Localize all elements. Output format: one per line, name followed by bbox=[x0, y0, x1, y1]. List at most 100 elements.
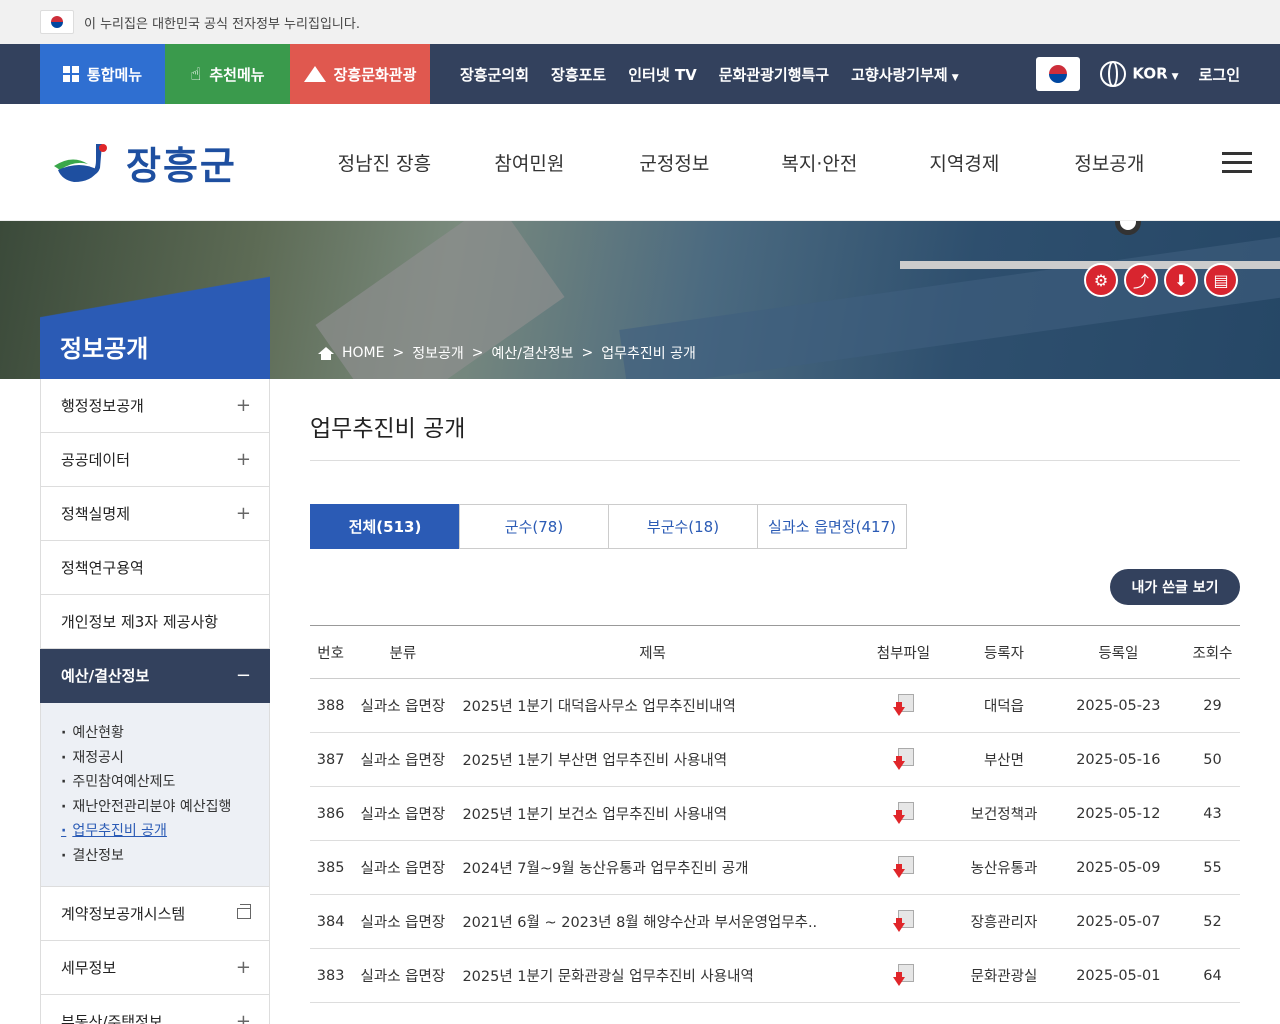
category-tabs: 전체(513) 군수(78) 부군수(18) 실과소 읍면장(417) bbox=[310, 504, 1240, 549]
plus-icon: + bbox=[235, 503, 251, 524]
settings-icon[interactable]: ⚙ bbox=[1084, 263, 1118, 297]
attachment-download-icon[interactable] bbox=[892, 855, 915, 878]
site-logo[interactable]: 장흥군 bbox=[52, 135, 237, 190]
my-posts-button[interactable]: 내가 쓴글 보기 bbox=[1110, 569, 1240, 605]
table-header-row: 번호 분류 제목 첨부파일 등록자 등록일 조회수 bbox=[310, 625, 1240, 679]
all-menu-button[interactable]: 통합메뉴 bbox=[40, 44, 165, 104]
sidebar-item-real-estate[interactable]: 부동산/주택정보 + bbox=[40, 995, 270, 1024]
table-row[interactable]: 387 실과소 읍면장 2025년 1분기 부산면 업무추진비 사용내역 부산면… bbox=[310, 732, 1240, 787]
nav-item-info-disclosure[interactable]: 정보공개 bbox=[1037, 149, 1182, 176]
sidebar-item-budget[interactable]: 예산/결산정보 − bbox=[40, 649, 270, 703]
table-row[interactable]: 383 실과소 읍면장 2025년 1분기 문화관광실 업무추진비 사용내역 문… bbox=[310, 948, 1240, 1003]
tab-all[interactable]: 전체(513) bbox=[310, 504, 460, 549]
row-title-link[interactable]: 2021년 6월 ~ 2023년 8월 해양수산과 부서운영업무추.. bbox=[454, 894, 851, 949]
row-title-link[interactable]: 2025년 1분기 대덕읍사무소 업무추진비내역 bbox=[454, 678, 851, 733]
col-header-attachment: 첨부파일 bbox=[850, 625, 957, 679]
util-link-council[interactable]: 장흥군의회 bbox=[460, 64, 529, 85]
table-row[interactable]: 386 실과소 읍면장 2025년 1분기 보건소 업무추진비 사용내역 보건정… bbox=[310, 786, 1240, 841]
hamburger-menu-icon[interactable] bbox=[1221, 146, 1252, 179]
breadcrumb-home[interactable]: HOME bbox=[342, 345, 384, 361]
submenu-item-resident-budget[interactable]: 주민참여예산제도 bbox=[61, 770, 249, 795]
sidebar-item-policy-research[interactable]: 정책연구용역 bbox=[40, 541, 270, 595]
col-header-no: 번호 bbox=[310, 625, 352, 679]
culture-tourism-button[interactable]: 장흥문화관광 bbox=[290, 44, 430, 104]
nav-item-welfare-safety[interactable]: 복지·안전 bbox=[747, 149, 892, 176]
breadcrumb-current: 업무추진비 공개 bbox=[601, 346, 696, 362]
submenu-item-finance-notice[interactable]: 재정공시 bbox=[61, 746, 249, 771]
tab-department-heads[interactable]: 실과소 읍면장(417) bbox=[757, 504, 907, 549]
sidebar-submenu: 예산현황 재정공시 주민참여예산제도 재난안전관리분야 예산집행 업무추진비 공… bbox=[40, 703, 270, 887]
globe-icon bbox=[1100, 61, 1127, 87]
nav-item-county-info[interactable]: 군정정보 bbox=[602, 149, 747, 176]
col-header-date: 등록일 bbox=[1051, 625, 1185, 679]
sub-visual: 정보공개 HOME > 정보공개 > 예산/결산정보 > 업무추진비 공개 ⚙ … bbox=[0, 221, 1280, 379]
sidebar-item-contract-system[interactable]: 계약정보공개시스템 bbox=[40, 887, 270, 941]
col-header-views: 조회수 bbox=[1184, 625, 1240, 679]
new-window-icon bbox=[237, 904, 251, 919]
nav-item-local-economy[interactable]: 지역경제 bbox=[892, 149, 1037, 176]
breadcrumb-info[interactable]: 정보공개 bbox=[412, 343, 464, 363]
attachment-download-icon[interactable] bbox=[892, 693, 915, 716]
logo-text: 장흥군 bbox=[126, 143, 237, 188]
korea-flag-icon[interactable] bbox=[1036, 57, 1081, 91]
breadcrumb-budget[interactable]: 예산/결산정보 bbox=[491, 343, 573, 363]
submenu-item-settlement[interactable]: 결산정보 bbox=[61, 844, 249, 869]
page-title: 업무추진비 공개 bbox=[310, 379, 1240, 461]
submenu-item-expense-disclosure[interactable]: 업무추진비 공개 bbox=[61, 819, 249, 844]
util-link-hometown-donation[interactable]: 고향사랑기부제 ▼ bbox=[851, 64, 959, 85]
attachment-download-icon[interactable] bbox=[892, 747, 915, 770]
row-title-link[interactable]: 2025년 1분기 보건소 업무추진비 사용내역 bbox=[454, 786, 851, 841]
util-link-photo[interactable]: 장흥포토 bbox=[551, 64, 606, 85]
main-content: 업무추진비 공개 전체(513) 군수(78) 부군수(18) 실과소 읍면장(… bbox=[310, 379, 1240, 1003]
row-title-link[interactable]: 2025년 1분기 문화관광실 업무추진비 사용내역 bbox=[454, 948, 851, 1003]
caret-down-icon: ▼ bbox=[951, 72, 959, 83]
plus-icon: + bbox=[235, 957, 251, 978]
nav-item-civil-participation[interactable]: 참여민원 bbox=[457, 149, 602, 176]
sidebar-item-public-data[interactable]: 공공데이터 + bbox=[40, 433, 270, 487]
recommend-menu-button[interactable]: ☝ 추천메뉴 bbox=[165, 44, 290, 104]
plus-icon: + bbox=[235, 449, 251, 470]
gov-banner: 이 누리집은 대한민국 공식 전자정부 누리집입니다. bbox=[0, 0, 1280, 44]
util-right: KOR ▼ 로그인 bbox=[1036, 44, 1280, 104]
sidebar-item-tax-info[interactable]: 세무정보 + bbox=[40, 941, 270, 995]
print-icon[interactable]: ▤ bbox=[1204, 263, 1238, 297]
table-row[interactable]: 388 실과소 읍면장 2025년 1분기 대덕읍사무소 업무추진비내역 대덕읍… bbox=[310, 678, 1240, 733]
row-title-link[interactable]: 2025년 1분기 부산면 업무추진비 사용내역 bbox=[454, 732, 851, 787]
page-tools: ⚙ ⤴ ⬇ ▤ bbox=[1084, 263, 1238, 297]
minus-icon: − bbox=[235, 665, 251, 686]
main-nav: 정남진 장흥 참여민원 군정정보 복지·안전 지역경제 정보공개 bbox=[312, 149, 1182, 176]
utility-bar: 통합메뉴 ☝ 추천메뉴 장흥문화관광 장흥군의회 장흥포토 인터넷 TV 문화관… bbox=[0, 44, 1280, 104]
col-header-title: 제목 bbox=[454, 625, 851, 679]
expense-table: 번호 분류 제목 첨부파일 등록자 등록일 조회수 388 실과소 읍면장 20… bbox=[310, 625, 1240, 1003]
row-title-link[interactable]: 2024년 7월~9월 농산유통과 업무추진비 공개 bbox=[454, 840, 851, 895]
sidebar-item-policy-name[interactable]: 정책실명제 + bbox=[40, 487, 270, 541]
grid-icon bbox=[62, 66, 79, 82]
login-link[interactable]: 로그인 bbox=[1199, 64, 1240, 85]
sidebar: 행정정보공개 + 공공데이터 + 정책실명제 + 정책연구용역 개인정보 제3자 제공… bbox=[40, 379, 270, 1024]
table-row[interactable]: 385 실과소 읍면장 2024년 7월~9월 농산유통과 업무추진비 공개 농… bbox=[310, 840, 1240, 895]
table-row[interactable]: 384 실과소 읍면장 2021년 6월 ~ 2023년 8월 해양수산과 부서… bbox=[310, 894, 1240, 949]
util-link-special-zone[interactable]: 문화관광기행특구 bbox=[719, 64, 829, 85]
tab-governor[interactable]: 군수(78) bbox=[459, 504, 609, 549]
plus-icon: + bbox=[235, 395, 251, 416]
sidebar-item-privacy-third-party[interactable]: 개인정보 제3자 제공사항 bbox=[40, 595, 270, 649]
sidebar-item-admin-info[interactable]: 행정정보공개 + bbox=[40, 379, 270, 433]
language-select[interactable]: KOR ▼ bbox=[1100, 61, 1179, 87]
nav-item-jeongnamjin[interactable]: 정남진 장흥 bbox=[312, 149, 457, 176]
util-link-tv[interactable]: 인터넷 TV bbox=[628, 64, 696, 85]
attachment-download-icon[interactable] bbox=[892, 963, 915, 986]
share-icon[interactable]: ⤴ bbox=[1124, 263, 1158, 297]
korea-flag-icon bbox=[40, 10, 74, 34]
attachment-download-icon[interactable] bbox=[892, 801, 915, 824]
tab-vice-governor[interactable]: 부군수(18) bbox=[608, 504, 758, 549]
site-header: 장흥군 정남진 장흥 참여민원 군정정보 복지·안전 지역경제 정보공개 bbox=[0, 104, 1280, 221]
download-icon[interactable]: ⬇ bbox=[1164, 263, 1198, 297]
caret-down-icon: ▼ bbox=[1171, 71, 1179, 82]
submenu-item-disaster-budget[interactable]: 재난안전관리분야 예산집행 bbox=[61, 795, 249, 820]
gov-banner-text: 이 누리집은 대한민국 공식 전자정부 누리집입니다. bbox=[84, 16, 360, 32]
plus-icon: + bbox=[235, 1011, 251, 1024]
submenu-item-budget-status[interactable]: 예산현황 bbox=[61, 721, 249, 746]
col-header-category: 분류 bbox=[351, 625, 455, 679]
mountain-icon bbox=[303, 66, 326, 82]
attachment-download-icon[interactable] bbox=[892, 909, 915, 932]
